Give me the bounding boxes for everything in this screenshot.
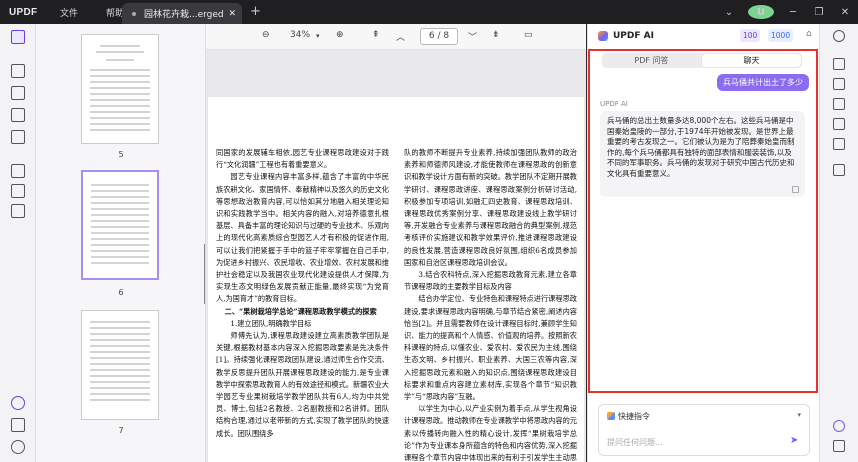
last-page-icon[interactable]: ⇟ bbox=[492, 30, 500, 40]
protect-icon[interactable] bbox=[833, 98, 845, 110]
send-icon[interactable]: ➤ bbox=[790, 436, 800, 446]
credit-badge: 100 bbox=[740, 29, 761, 42]
prompt-icon bbox=[607, 412, 615, 420]
user-message: 兵马俑共计出土了多少 bbox=[717, 74, 809, 91]
save-icon[interactable] bbox=[833, 164, 845, 176]
layers-stack-icon[interactable] bbox=[11, 396, 25, 410]
thumbnail-number: 5 bbox=[118, 150, 124, 159]
thumbnail-page-6[interactable] bbox=[81, 170, 159, 280]
mail-icon[interactable] bbox=[833, 138, 845, 150]
form-icon[interactable] bbox=[11, 108, 25, 122]
view-toolbar: ⊖ 34% ▾ ⊕ ⇞ ︿ 6 / 8 ﹀ ⇟ ▭ bbox=[206, 24, 586, 50]
zoom-level[interactable]: 34% bbox=[290, 30, 310, 40]
minimize-icon[interactable]: ─ bbox=[780, 7, 806, 18]
reader-icon[interactable] bbox=[11, 30, 25, 44]
assistant-message: 兵马俑的总出土数量多达8,000个左右。这些兵马俑是中国秦始皇陵的一部分,于19… bbox=[600, 111, 805, 197]
zoom-out-icon[interactable]: ⊖ bbox=[262, 30, 270, 40]
bookmark-icon[interactable] bbox=[11, 418, 25, 432]
tab-pdf-qa[interactable]: PDF 问答 bbox=[602, 53, 701, 68]
menu-file[interactable]: 文件 bbox=[46, 6, 92, 19]
ai-mode-tabs: PDF 问答 聊天 bbox=[602, 53, 802, 68]
copy-icon[interactable] bbox=[792, 186, 799, 193]
chat-icon[interactable] bbox=[833, 440, 845, 452]
quick-commands-label: 快捷指令 bbox=[618, 412, 650, 421]
crop-icon[interactable] bbox=[11, 164, 25, 178]
assistant-label: UPDF AI bbox=[600, 100, 628, 108]
thumbnail-panel: 5 6 7 bbox=[36, 24, 206, 462]
document-viewer[interactable]: 同国家的发展辅车相依,园艺专业课程思政建设对于践行“文化润疆”工程也有着重要意义… bbox=[206, 50, 586, 462]
ai-assistant-icon[interactable] bbox=[833, 420, 845, 432]
organize-icon[interactable] bbox=[11, 130, 25, 144]
credit-badge: 1000 bbox=[768, 29, 794, 42]
zoom-chevron-icon[interactable]: ▾ bbox=[316, 32, 320, 40]
comment-icon[interactable] bbox=[11, 64, 25, 78]
section-heading: 二、“果树栽培学总论”课程思政教学模式的探索 bbox=[224, 306, 377, 316]
tab-chat[interactable]: 聊天 bbox=[702, 54, 801, 67]
search-icon[interactable] bbox=[833, 30, 845, 42]
answer-text: 兵马俑的总出土数量多达8,000个左右。这些兵马俑是中国秦始皇陵的一部分,于19… bbox=[607, 116, 795, 178]
edit-icon[interactable] bbox=[11, 86, 25, 100]
add-tab-button[interactable]: + bbox=[250, 4, 261, 19]
paragraph: 队的教师不断提升专业素养,持续加强团队教师的政治素养和师德师风建设,才能使教师在… bbox=[404, 148, 577, 267]
first-page-icon[interactable]: ⇞ bbox=[372, 30, 380, 40]
thumbnail-number: 6 bbox=[118, 288, 124, 297]
next-page-icon[interactable]: ﹀ bbox=[468, 30, 477, 43]
paragraph: 师傅先认为,课程思政建设建立高素质教学团队是关键,根据教材基本内容深入挖掘思政要… bbox=[216, 331, 389, 438]
page-number-input[interactable]: 6 / 8 bbox=[420, 28, 458, 45]
chat-input[interactable]: 提问任何问题... bbox=[607, 437, 663, 448]
zoom-in-icon[interactable]: ⊕ bbox=[336, 30, 344, 40]
right-column: 队的教师不断提升专业素养,持续加强团队教师的政治素养和师德师风建设,才能使教师在… bbox=[404, 147, 577, 462]
attachment-icon[interactable] bbox=[11, 440, 25, 454]
right-toolbar bbox=[819, 24, 858, 462]
paragraph: 同国家的发展辅车相依,园艺专业课程思政建设对于践行“文化润疆”工程也有着重要意义… bbox=[216, 148, 389, 170]
thumbnail-number: 7 bbox=[118, 426, 124, 435]
window-controls: ⌄ U ─ ❐ ✕ bbox=[716, 0, 858, 24]
thumbnail-page-5[interactable] bbox=[81, 34, 159, 144]
layers-icon[interactable] bbox=[11, 204, 25, 218]
quick-commands[interactable]: 快捷指令 bbox=[607, 411, 650, 422]
tab-label: 园林花卉栽...erged bbox=[144, 10, 224, 20]
paragraph: 1.建立团队,明确教学目标 bbox=[230, 318, 312, 328]
ai-logo-icon bbox=[598, 31, 608, 41]
paragraph: 以学生为中心,以产业实例为着手点,从学生视角设计课程思政。推动教师在专业课教学中… bbox=[404, 404, 577, 462]
app-logo: UPDF bbox=[9, 6, 38, 18]
ai-panel: UPDF AI 100 1000 ⌂ PDF 问答 聊天 兵马俑共计出土了多少 … bbox=[587, 24, 819, 462]
paragraph: 园艺专业课程内容丰富多样,蕴含了丰富的中华民族农耕文化、家国情怀、奉献精神以及悠… bbox=[216, 172, 389, 304]
chevron-down-icon[interactable]: ⌄ bbox=[716, 7, 742, 18]
lock-icon[interactable]: ⌂ bbox=[806, 29, 812, 39]
chat-input-box: 快捷指令 ▾ 提问任何问题... ➤ bbox=[598, 404, 810, 456]
left-column: 同国家的发展辅车相依,园艺专业课程思政建设对于践行“文化润疆”工程也有着重要意义… bbox=[216, 147, 389, 440]
maximize-icon[interactable]: ❐ bbox=[806, 7, 832, 18]
stamp-icon[interactable] bbox=[11, 184, 25, 198]
presentation-icon[interactable]: ▭ bbox=[524, 30, 533, 40]
share-icon[interactable] bbox=[833, 118, 845, 130]
convert-icon[interactable] bbox=[833, 78, 845, 90]
thumbnail-page-7[interactable] bbox=[81, 310, 159, 420]
avatar[interactable]: U bbox=[748, 5, 774, 19]
prev-page-icon[interactable]: ︿ bbox=[396, 30, 405, 43]
close-window-icon[interactable]: ✕ bbox=[832, 7, 858, 18]
left-toolbar bbox=[0, 24, 36, 462]
ai-title: UPDF AI bbox=[613, 31, 654, 41]
chevron-down-icon[interactable]: ▾ bbox=[797, 411, 801, 419]
tab-dot-icon bbox=[132, 12, 136, 16]
document-tab[interactable]: 园林花卉栽...erged ✕ bbox=[122, 3, 242, 24]
paragraph: 结合办学定位、专业特色和课程特点进行课程思政建设,要求课程思政内容明确,与章节结… bbox=[404, 294, 577, 402]
title-bar: UPDF 文件 帮助 园林花卉栽...erged ✕ + ⌄ U ─ ❐ ✕ bbox=[0, 0, 858, 24]
close-tab-icon[interactable]: ✕ bbox=[228, 9, 236, 19]
paragraph: 3.结合农科特点,深入挖掘思政教育元素,建立各章节课程思政的主要教学目标及内容 bbox=[404, 270, 577, 292]
ocr-icon[interactable] bbox=[833, 58, 845, 70]
pdf-page: 同国家的发展辅车相依,园艺专业课程思政建设对于践行“文化润疆”工程也有着重要意义… bbox=[208, 97, 584, 462]
